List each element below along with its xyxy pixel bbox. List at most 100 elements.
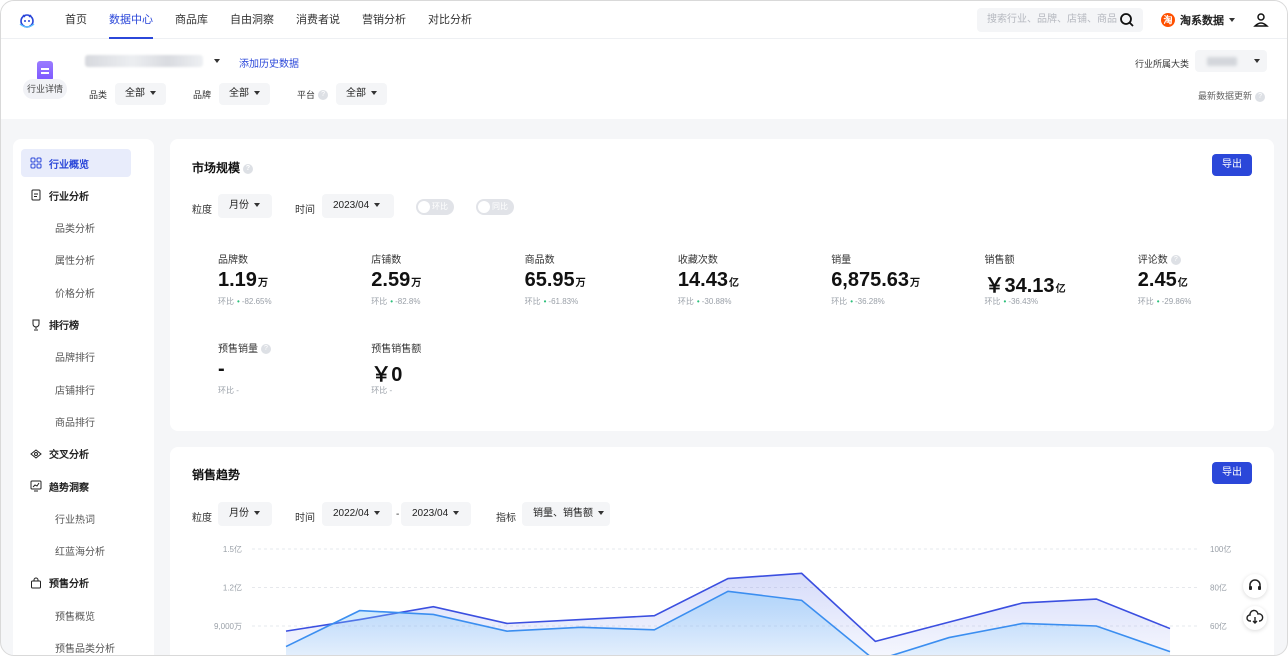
filter-brand: 品牌 全部 — [193, 83, 271, 105]
sidebar-item-0[interactable]: 行业概览 — [21, 149, 131, 177]
metric-compare: 环比 • -36.43% — [984, 297, 1039, 306]
metric-value: - — [218, 358, 225, 380]
sidebar-item-8[interactable]: 商品排行 — [21, 407, 131, 435]
sidebar-item-label: 预售品类分析 — [55, 644, 115, 655]
metric-compare: 环比 • -30.88% — [677, 297, 732, 306]
metric-compare: 环比 - — [371, 386, 393, 395]
bag-icon — [31, 577, 41, 589]
export-button[interactable]: 导出 — [1212, 154, 1252, 176]
sidebar-item-label: 行业分析 — [49, 191, 89, 203]
end-time-select[interactable]: 2023/04 — [401, 502, 471, 526]
metric-label: 收藏次数 — [677, 255, 718, 266]
granularity-select[interactable]: 月份 — [218, 194, 272, 218]
sidebar-item-15[interactable]: 预售品类分析 — [21, 634, 131, 655]
sidebar-item-11[interactable]: 行业热词 — [21, 504, 131, 532]
metric-7: 预售销量? - 环比 - — [218, 340, 358, 396]
granularity-label: 粒度 — [192, 513, 212, 524]
chevron-down-icon[interactable] — [214, 59, 220, 63]
y-right-tick: 100亿 — [1210, 544, 1231, 554]
sidebar-item-label: 行业概览 — [49, 159, 89, 171]
metric-value: 2.59万 — [371, 269, 422, 291]
help-icon: ? — [318, 90, 329, 101]
sidebar-item-3[interactable]: 属性分析 — [21, 246, 131, 274]
chevron-down-icon — [1229, 18, 1235, 22]
metric-select[interactable]: 销量、销售额 — [522, 502, 610, 526]
industry-category-redacted — [1207, 57, 1237, 66]
sales-trend-chart: 1.5亿 100亿 1.2亿 80亿 9,000万 60亿 — [214, 544, 1231, 655]
add-history-link[interactable]: 添加历史数据 — [239, 55, 299, 70]
granularity-select[interactable]: 月份 — [218, 502, 272, 526]
data-system-switch[interactable]: 淘 淘系数据 — [1161, 12, 1235, 28]
time-separator: - — [396, 509, 400, 520]
time-select[interactable]: 2023/04 — [322, 194, 394, 218]
metric-value: 14.43亿 — [677, 269, 739, 291]
sidebar-item-label: 品类分析 — [55, 224, 95, 236]
sidebar-item-9[interactable]: 交叉分析 — [21, 440, 131, 468]
sidebar-item-7[interactable]: 店铺排行 — [21, 375, 131, 403]
sidebar-item-14[interactable]: 预售概览 — [21, 601, 131, 629]
card-title: 市场规模? — [192, 159, 254, 176]
sidebar-item-2[interactable]: 品类分析 — [21, 214, 131, 242]
metric-2: 商品数 65.95万 环比 • -61.83% — [525, 251, 665, 307]
sidebar-item-label: 趋势洞察 — [49, 482, 89, 494]
metric-label: 预售销量? — [218, 340, 358, 355]
yoy-toggle[interactable]: 同比 — [476, 199, 514, 215]
metric-3: 收藏次数 14.43亿环比 • -30.88% — [678, 251, 818, 307]
sidebar-item-label: 店铺排行 — [55, 385, 95, 397]
metric-value: ￥0 — [371, 364, 403, 386]
metric-label: 销量 — [831, 255, 852, 266]
logo-icon[interactable] — [17, 10, 37, 30]
nav-marketing[interactable]: 营销分析 — [362, 1, 406, 39]
metric-compare: 环比 • -61.83% — [524, 297, 579, 306]
industry-tag: 行业详情 — [23, 79, 67, 99]
user-icon[interactable] — [1253, 12, 1269, 28]
industry-icon — [37, 61, 53, 81]
nav-product-library[interactable]: 商品库 — [175, 1, 208, 39]
category-select[interactable]: 全部 — [115, 83, 167, 105]
filter-label: 品牌 — [193, 89, 212, 100]
support-button[interactable] — [1243, 574, 1267, 598]
export-button[interactable]: 导出 — [1212, 462, 1252, 484]
filter-label: 平台? — [297, 88, 329, 101]
sidebar-item-13[interactable]: 预售分析 — [21, 569, 131, 597]
sidebar-item-1[interactable]: 行业分析 — [21, 181, 131, 209]
data-system-label: 淘系数据 — [1180, 15, 1224, 27]
y-left-tick: 9,000万 — [214, 622, 242, 631]
nav-data-center[interactable]: 数据中心 — [109, 1, 153, 39]
nav-compare[interactable]: 对比分析 — [428, 1, 472, 39]
brand-select[interactable]: 全部 — [219, 83, 271, 105]
sidebar-item-10[interactable]: 趋势洞察 — [21, 472, 131, 500]
platform-select[interactable]: 全部 — [336, 83, 388, 105]
time-label: 时间 — [295, 205, 315, 216]
time-label: 时间 — [295, 513, 315, 524]
search-icon[interactable] — [1119, 12, 1135, 28]
sidebar-item-5[interactable]: 排行榜 — [21, 311, 131, 339]
sidebar-item-6[interactable]: 品牌排行 — [21, 343, 131, 371]
mom-toggle[interactable]: 环比 — [416, 199, 454, 215]
metric-value: 65.95万 — [524, 269, 586, 291]
sidebar-item-12[interactable]: 红蓝海分析 — [21, 537, 131, 565]
metric-compare: 环比 - — [218, 386, 239, 395]
sidebar-item-label: 价格分析 — [55, 288, 95, 300]
filter-platform: 平台? 全部 — [297, 83, 388, 105]
industry-name-redacted[interactable] — [85, 55, 203, 67]
chevron-down-icon[interactable] — [1254, 59, 1260, 63]
metric-value: 6,875.63万 — [831, 269, 921, 291]
headset-icon — [1249, 579, 1261, 590]
start-time-select[interactable]: 2022/04 — [322, 502, 392, 526]
metric-value: 2.45亿 — [1137, 269, 1188, 291]
sidebar-item-label: 预售概览 — [55, 611, 95, 623]
download-button[interactable] — [1243, 606, 1267, 630]
grid-icon — [30, 157, 42, 169]
sidebar-item-4[interactable]: 价格分析 — [21, 278, 131, 306]
taobao-icon: 淘 — [1161, 13, 1175, 27]
nav-menu: 首页 数据中心 商品库 自由洞察 消费者说 营销分析 对比分析 — [65, 1, 494, 39]
nav-home[interactable]: 首页 — [65, 1, 87, 39]
nav-consumer[interactable]: 消费者说 — [296, 1, 340, 39]
metric-0: 品牌数 1.19万 环比 • -82.65% — [218, 251, 358, 307]
nav-free-insight[interactable]: 自由洞察 — [230, 1, 274, 39]
metric-compare: 环比 • -36.28% — [831, 297, 885, 306]
cross-icon — [30, 449, 42, 459]
metric-label: 预售销售额 — [371, 344, 422, 355]
metric-6: 评论数? 2.45亿 环比 • -29.86% — [1138, 251, 1278, 307]
